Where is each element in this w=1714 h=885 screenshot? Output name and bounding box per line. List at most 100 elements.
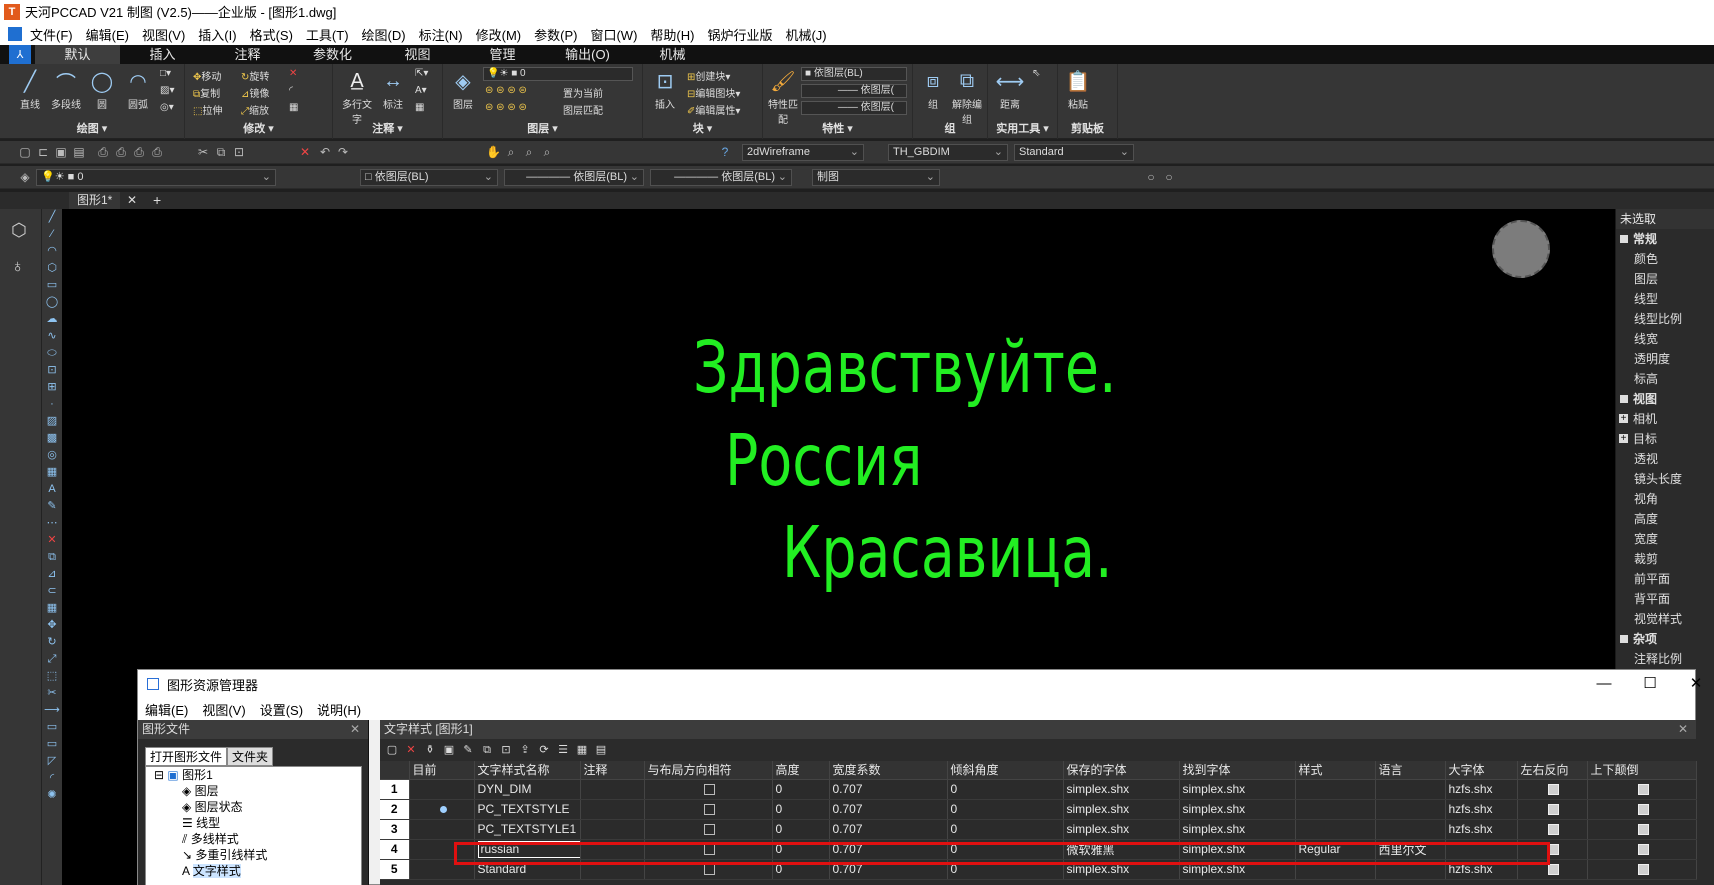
col-height[interactable]: 高度 <box>772 761 830 780</box>
zoom-window-icon[interactable]: ⌕ <box>522 145 536 159</box>
array-icon[interactable]: ▦ <box>289 102 298 113</box>
menu-format[interactable]: 格式(S) <box>250 25 293 44</box>
language-cell[interactable] <box>1375 799 1446 820</box>
tree-node-linetypes[interactable]: ☰ 线型 <box>146 815 361 831</box>
circle-snap-icon[interactable]: ○ <box>1162 170 1176 184</box>
tree-node-drawing1[interactable]: ⊟ ▣ 图形1 <box>146 767 361 783</box>
mtext-tool-icon[interactable]: A <box>42 481 62 498</box>
spline-tool-icon[interactable]: ∿ <box>42 328 62 345</box>
stretch-tool-icon[interactable]: ⬚ <box>42 668 62 685</box>
found-font-cell[interactable]: simplex.shx <box>1179 859 1296 880</box>
match-orientation-checkbox[interactable] <box>644 799 773 820</box>
tab-annotate[interactable]: 注释 <box>205 45 290 64</box>
export-icon[interactable]: ⇪ <box>517 743 533 757</box>
edit-block-button[interactable]: ⊟编辑图块▾ <box>687 85 740 100</box>
visual-style-dropdown[interactable]: 2dWireframe ⌄ <box>742 144 864 161</box>
upside-down-checkbox[interactable] <box>1587 779 1697 800</box>
move-tool-icon[interactable]: ✥ <box>42 617 62 634</box>
font-style-cell[interactable]: Regular <box>1295 839 1376 860</box>
tab-view[interactable]: 视图 <box>375 45 460 64</box>
arc-tool-icon[interactable]: ◠ <box>42 243 62 260</box>
language-cell[interactable] <box>1375 859 1446 880</box>
bigfont-cell[interactable]: hzfs.shx <box>1445 799 1518 820</box>
prop-height[interactable]: 高度 <box>1616 509 1714 529</box>
move-button[interactable]: ✥移动 <box>193 68 221 83</box>
tab-insert[interactable]: 插入 <box>120 45 205 64</box>
current-indicator[interactable] <box>409 779 475 800</box>
found-font-cell[interactable]: simplex.shx <box>1179 819 1296 840</box>
undo-icon[interactable]: ↶ <box>318 145 332 159</box>
match-orientation-checkbox[interactable] <box>644 779 773 800</box>
join-tool-icon[interactable]: ▭ <box>42 736 62 753</box>
rectangle-tool-icon[interactable]: ▭ <box>42 277 62 294</box>
found-font-cell[interactable]: simplex.shx <box>1179 839 1296 860</box>
col-upside-down[interactable]: 上下颠倒 <box>1587 761 1697 780</box>
prop-target[interactable]: 目标 <box>1616 429 1714 449</box>
col-language[interactable]: 语言 <box>1375 761 1446 780</box>
bigfont-cell[interactable]: hzfs.shx <box>1445 779 1518 800</box>
prop-field-of-view[interactable]: 视角 <box>1616 489 1714 509</box>
ungroup-button[interactable]: ⧉ 解除编组 <box>951 66 983 127</box>
mtext-button[interactable]: A̲ 多行文字 <box>341 66 373 127</box>
style-name-cell[interactable]: russian <box>474 839 581 860</box>
current-indicator[interactable] <box>409 819 475 840</box>
circle-snap-icon[interactable]: ○ <box>1144 170 1158 184</box>
purge-icon[interactable]: ⚱ <box>422 743 438 757</box>
oblique-cell[interactable]: 0 <box>947 799 1064 820</box>
copy-clip-icon[interactable]: ⧉ <box>214 145 228 159</box>
collapse-icon[interactable]: ⊟ <box>154 768 164 782</box>
erase-icon[interactable]: ✕ <box>289 68 297 79</box>
prop-transparency[interactable]: 透明度 <box>1616 349 1714 369</box>
tree-node-layer-states[interactable]: ◈ 图层状态 <box>146 799 361 815</box>
col-bigfont[interactable]: 大字体 <box>1445 761 1518 780</box>
app-menu-icon[interactable] <box>8 27 22 41</box>
prop-clipping[interactable]: 裁剪 <box>1616 549 1714 569</box>
help-icon[interactable]: ? <box>718 145 732 159</box>
prop-lineweight[interactable]: 线宽 <box>1616 329 1714 349</box>
grid-view-icon[interactable]: ▦ <box>574 743 590 757</box>
prop-camera[interactable]: 相机 <box>1616 409 1714 429</box>
line-button[interactable]: ╱ 直线 <box>14 66 46 112</box>
maximize-icon[interactable]: ☐ <box>1627 670 1673 698</box>
paste-style-icon[interactable]: ⊡ <box>498 743 514 757</box>
plotstyle-dropdown[interactable]: 制图 ⌄ <box>812 169 940 186</box>
language-cell[interactable] <box>1375 779 1446 800</box>
publish-icon[interactable]: ⎙ <box>132 145 146 159</box>
height-cell[interactable]: 0 <box>772 859 830 880</box>
backwards-checkbox[interactable] <box>1517 799 1588 820</box>
copy-style-icon[interactable]: ⧉ <box>479 743 495 757</box>
width-factor-cell[interactable]: 0.707 <box>829 799 948 820</box>
russian-text-line-1[interactable]: Здравствуйте. <box>693 326 1117 409</box>
current-indicator[interactable] <box>409 799 475 820</box>
upside-down-checkbox[interactable] <box>1587 799 1697 820</box>
prop-linetype-scale[interactable]: 线型比例 <box>1616 309 1714 329</box>
select-icon[interactable]: ⇖ <box>1032 68 1040 79</box>
close-icon[interactable]: ✕ <box>350 720 360 739</box>
style-name-cell[interactable]: DYN_DIM <box>474 779 581 800</box>
layer-manager-icon[interactable]: ◈ <box>18 170 32 184</box>
match-orientation-checkbox[interactable] <box>644 859 773 880</box>
preview-icon[interactable]: ⎙ <box>114 145 128 159</box>
fillet-icon[interactable]: ◜ <box>289 85 293 96</box>
dialog-menu-edit[interactable]: 编辑(E) <box>145 700 188 719</box>
circle-button[interactable]: ◯ 圆 <box>86 66 118 112</box>
offset-tool-icon[interactable]: ⊂ <box>42 583 62 600</box>
prop-color[interactable]: 颜色 <box>1616 249 1714 269</box>
refresh-icon[interactable]: ⟳ <box>536 743 552 757</box>
prop-layer[interactable]: 图层 <box>1616 269 1714 289</box>
tab-open-drawings[interactable]: 打开图形文件 <box>145 747 228 766</box>
table-tool-icon[interactable]: ▦ <box>42 464 62 481</box>
mirror-button[interactable]: ⊿镜像 <box>241 85 269 100</box>
language-cell[interactable]: 西里尔文 <box>1375 839 1446 860</box>
copy-tool-icon[interactable]: ⧉ <box>42 549 62 566</box>
upside-down-checkbox[interactable] <box>1587 859 1697 880</box>
prop-width[interactable]: 宽度 <box>1616 529 1714 549</box>
menu-dimension[interactable]: 标注(N) <box>419 25 463 44</box>
menu-modify[interactable]: 修改(M) <box>476 25 522 44</box>
revcloud-tool-icon[interactable]: ☁ <box>42 311 62 328</box>
layer-properties-button[interactable]: ◈ 图层 <box>447 66 479 112</box>
cube-icon[interactable]: ⬡ <box>11 220 27 241</box>
col-saved-font[interactable]: 保存的字体 <box>1063 761 1180 780</box>
linetype-control-dropdown[interactable]: ———— 依图层(BL) ⌄ <box>504 169 644 186</box>
explode-tool-icon[interactable]: ✺ <box>42 787 62 804</box>
